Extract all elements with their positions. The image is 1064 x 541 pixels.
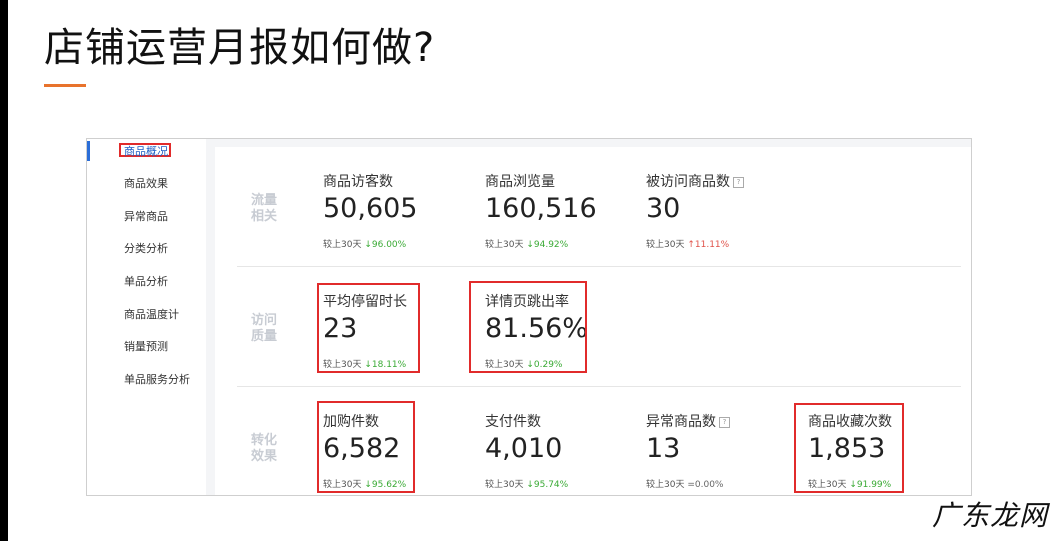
arrow-down-icon: ↓: [526, 480, 534, 490]
metric-card: 商品浏览量 160,516 较上30天 ↓94.92%: [485, 171, 635, 251]
arrow-down-icon: ↓: [526, 240, 534, 250]
highlight-box-dwell-time: [317, 283, 420, 373]
sidebar-item-overview[interactable]: 商品概况: [124, 143, 168, 159]
metric-compare: 较上30天 ↑11.11%: [646, 240, 730, 250]
title-underline: [44, 84, 86, 87]
highlight-box-favorites: [794, 403, 904, 493]
metric-card: 商品访客数 50,605 较上30天 ↓96.00%: [323, 171, 473, 251]
metric-compare: 较上30天 ↓94.92%: [485, 240, 569, 250]
metric-value: 160,516: [485, 193, 597, 224]
left-edge-bar: [0, 0, 8, 541]
help-icon[interactable]: ?: [719, 417, 730, 428]
metric-compare: 较上30天 =0.00%: [646, 480, 724, 490]
divider: [237, 386, 961, 387]
metric-compare: 较上30天 ↓95.74%: [485, 480, 569, 490]
metrics-panel: 流量相关 商品访客数 50,605 较上30天 ↓96.00% 商品浏览量 16…: [215, 147, 971, 495]
dashboard-screenshot: 商品概况 商品效果 异常商品 分类分析 单品分析 商品温度计 销量预测 单品服务…: [86, 138, 972, 496]
highlight-box-bounce-rate: [469, 281, 587, 373]
metric-label: 商品访客数: [323, 174, 393, 190]
arrow-up-icon: ↑: [687, 240, 695, 250]
sidebar-item-abnormal[interactable]: 异常商品: [124, 208, 168, 224]
metric-compare: 较上30天 ↓96.00%: [323, 240, 407, 250]
metric-card: 被访问商品数? 30 较上30天 ↑11.11%: [646, 171, 796, 251]
metric-value: 50,605: [323, 193, 418, 224]
metric-value: 13: [646, 433, 681, 464]
sidebar-item-thermometer[interactable]: 商品温度计: [124, 306, 179, 322]
divider: [237, 266, 961, 267]
group-label-traffic: 流量相关: [251, 193, 278, 224]
highlight-box-cart-adds: [317, 401, 415, 493]
metric-card: 异常商品数? 13 较上30天 =0.00%: [646, 411, 796, 491]
sidebar-nav: 商品概况 商品效果 异常商品 分类分析 单品分析 商品温度计 销量预测 单品服务…: [87, 139, 206, 495]
sidebar-item-single[interactable]: 单品分析: [124, 273, 168, 289]
group-label-quality: 访问质量: [251, 313, 278, 344]
sidebar-item-category[interactable]: 分类分析: [124, 240, 168, 256]
group-label-conversion: 转化效果: [251, 433, 278, 464]
active-indicator: [87, 141, 90, 161]
metric-value: 4,010: [485, 433, 563, 464]
equal-icon: =: [687, 480, 695, 490]
metric-label: 商品浏览量: [485, 174, 555, 190]
metric-label: 支付件数: [485, 414, 541, 430]
watermark-logo: 广东龙网: [932, 499, 1049, 532]
help-icon[interactable]: ?: [733, 177, 744, 188]
metric-card: 支付件数 4,010 较上30天 ↓95.74%: [485, 411, 635, 491]
metric-label: 异常商品数?: [646, 411, 730, 431]
sidebar-item-effect[interactable]: 商品效果: [124, 175, 168, 191]
slide-title: 店铺运营月报如何做?: [44, 25, 436, 71]
sidebar-item-forecast[interactable]: 销量预测: [124, 338, 168, 354]
sidebar-item-service[interactable]: 单品服务分析: [124, 371, 190, 387]
metric-value: 30: [646, 193, 681, 224]
arrow-down-icon: ↓: [364, 240, 372, 250]
metric-label: 被访问商品数?: [646, 171, 744, 191]
